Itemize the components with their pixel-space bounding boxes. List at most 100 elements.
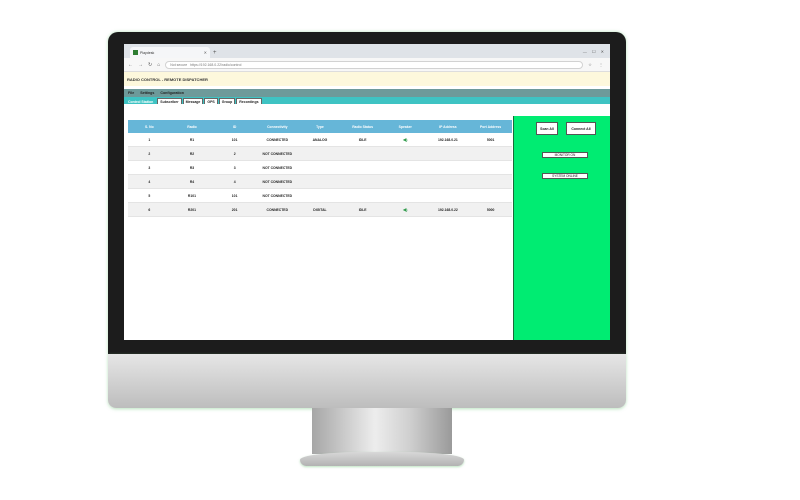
menu-configuration[interactable]: Configuration <box>160 91 184 95</box>
table-row[interactable]: 2 R2 2 NOT CONNECTED <box>128 146 512 161</box>
app-content: S. No Radio ID Connectivity Type Radio S… <box>124 114 610 340</box>
cell <box>426 174 470 189</box>
cell: 1 <box>128 133 171 147</box>
app-favicon-icon <box>133 50 138 55</box>
not-secure-label: Not secure <box>170 62 188 67</box>
table-row[interactable]: 5 R101 101 NOT CONNECTED <box>128 188 512 203</box>
cell: R2 <box>170 146 214 161</box>
column-header: ID <box>232 124 237 129</box>
cell: 5001 <box>469 133 512 147</box>
browser-tab[interactable]: Playdesk ✕ <box>130 47 210 58</box>
cell: 3 <box>128 160 171 175</box>
cell: 6 <box>128 202 171 217</box>
cell: R4 <box>170 174 214 189</box>
table-row[interactable]: 4 R4 4 NOT CONNECTED <box>128 174 512 189</box>
cell <box>341 160 384 175</box>
app-title: RADIO CONTROL - REMOTE DISPATCHER <box>124 72 610 86</box>
window-controls[interactable]: — ☐ ✕ <box>583 46 610 58</box>
cell <box>298 188 342 203</box>
tab-group[interactable]: Group <box>218 98 236 104</box>
browser-nav-bar: ← → ↻ ⌂ Not secure https://192.168.0.22/… <box>124 58 610 72</box>
cell: 5000 <box>469 202 512 217</box>
column-header: S. No <box>144 124 154 129</box>
cell <box>341 146 384 161</box>
cell: R201 <box>170 202 214 217</box>
system-status-label: SYSTEM ONLINE <box>542 173 588 179</box>
cell <box>298 160 342 175</box>
cell <box>469 160 512 175</box>
cell <box>426 188 470 203</box>
cell <box>383 146 427 161</box>
speaker-icon[interactable]: ◀) <box>383 202 427 217</box>
cell <box>383 174 427 189</box>
table-row[interactable]: 3 R3 3 NOT CONNECTED <box>128 160 512 175</box>
home-icon[interactable]: ⌂ <box>157 62 160 68</box>
monitor-stand-base <box>300 452 464 466</box>
browser-toolbar-icons[interactable]: ☆ ⋮ <box>588 62 606 67</box>
forward-icon[interactable]: → <box>138 62 143 68</box>
column-header: IP Address <box>439 124 457 129</box>
menu-settings[interactable]: Settings <box>140 91 154 95</box>
radio-table: S. No Radio ID Connectivity Type Radio S… <box>128 120 512 217</box>
cell <box>383 160 427 175</box>
menu-file[interactable]: File <box>128 91 134 95</box>
cell: 3 <box>213 160 256 175</box>
cell: 201 <box>213 202 256 217</box>
cell: CONNECTED <box>255 133 299 147</box>
table-header-row: S. No Radio ID Connectivity Type Radio S… <box>128 120 512 133</box>
cell: IDLE <box>341 202 384 217</box>
tab-subscriber[interactable]: Subscriber <box>157 98 182 104</box>
cell: NOT CONNECTED <box>255 160 299 175</box>
cell <box>426 160 470 175</box>
column-header: Speaker <box>398 124 412 129</box>
cell: DIGITAL <box>298 202 342 217</box>
control-side-panel: Scan All Connect All MONITOR ON SYSTEM O… <box>513 116 610 340</box>
tab-control-station[interactable]: Control Station <box>125 98 157 104</box>
cell: NOT CONNECTED <box>255 174 299 189</box>
cell <box>469 174 512 189</box>
cell: 192.168.0.22 <box>426 202 470 217</box>
app-menu-bar: File Settings Configuration <box>124 89 610 97</box>
app-tab-bar: Control Station Subscriber Message GPS G… <box>124 97 610 104</box>
cell: R1 <box>170 133 214 147</box>
speaker-icon[interactable]: ◀) <box>383 133 427 147</box>
tab-gps[interactable]: GPS <box>204 98 218 104</box>
cell <box>341 188 384 203</box>
cell: 101 <box>213 188 256 203</box>
browser-tab-bar: Playdesk ✕ + — ☐ ✕ <box>124 44 610 58</box>
cell: 4 <box>128 174 171 189</box>
cell: NOT CONNECTED <box>255 188 299 203</box>
cell <box>341 174 384 189</box>
cell: IDLE <box>341 133 384 147</box>
table-row[interactable]: 6 R201 201 CONNECTED DIGITAL IDLE ◀) 192… <box>128 202 512 217</box>
cell: 2 <box>128 146 171 161</box>
monitor-status-label: MONITOR ON <box>542 152 588 158</box>
scan-all-button[interactable]: Scan All <box>536 122 558 135</box>
cell: NOT CONNECTED <box>255 146 299 161</box>
cell <box>469 146 512 161</box>
close-tab-icon[interactable]: ✕ <box>204 50 207 55</box>
connect-all-button[interactable]: Connect All <box>566 122 596 135</box>
cell <box>298 146 342 161</box>
cell: R101 <box>170 188 214 203</box>
column-header: Radio <box>187 124 197 129</box>
new-tab-icon[interactable]: + <box>213 48 217 58</box>
cell: R3 <box>170 160 214 175</box>
column-header: Connectivity <box>267 124 288 129</box>
cell: 192.168.0.21 <box>426 133 470 147</box>
radio-table-panel: S. No Radio ID Connectivity Type Radio S… <box>128 120 512 340</box>
screen: Playdesk ✕ + — ☐ ✕ ← → ↻ ⌂ Not secure ht… <box>124 44 610 340</box>
tab-message[interactable]: Message <box>182 98 204 104</box>
tab-recordings[interactable]: Recordings <box>236 98 262 104</box>
column-header: Port Address <box>480 124 502 129</box>
column-header: Type <box>316 124 324 129</box>
table-row[interactable]: 1 R1 101 CONNECTED ANALOG IDLE ◀) 192.16… <box>128 133 512 147</box>
back-icon[interactable]: ← <box>128 62 133 68</box>
cell: 5 <box>128 188 171 203</box>
cell: CONNECTED <box>255 202 299 217</box>
reload-icon[interactable]: ↻ <box>148 62 152 68</box>
address-bar[interactable]: Not secure https://192.168.0.22/radio/co… <box>165 60 584 69</box>
cell <box>469 188 512 203</box>
browser-tab-title: Playdesk <box>140 50 155 55</box>
cell: 101 <box>213 133 256 147</box>
